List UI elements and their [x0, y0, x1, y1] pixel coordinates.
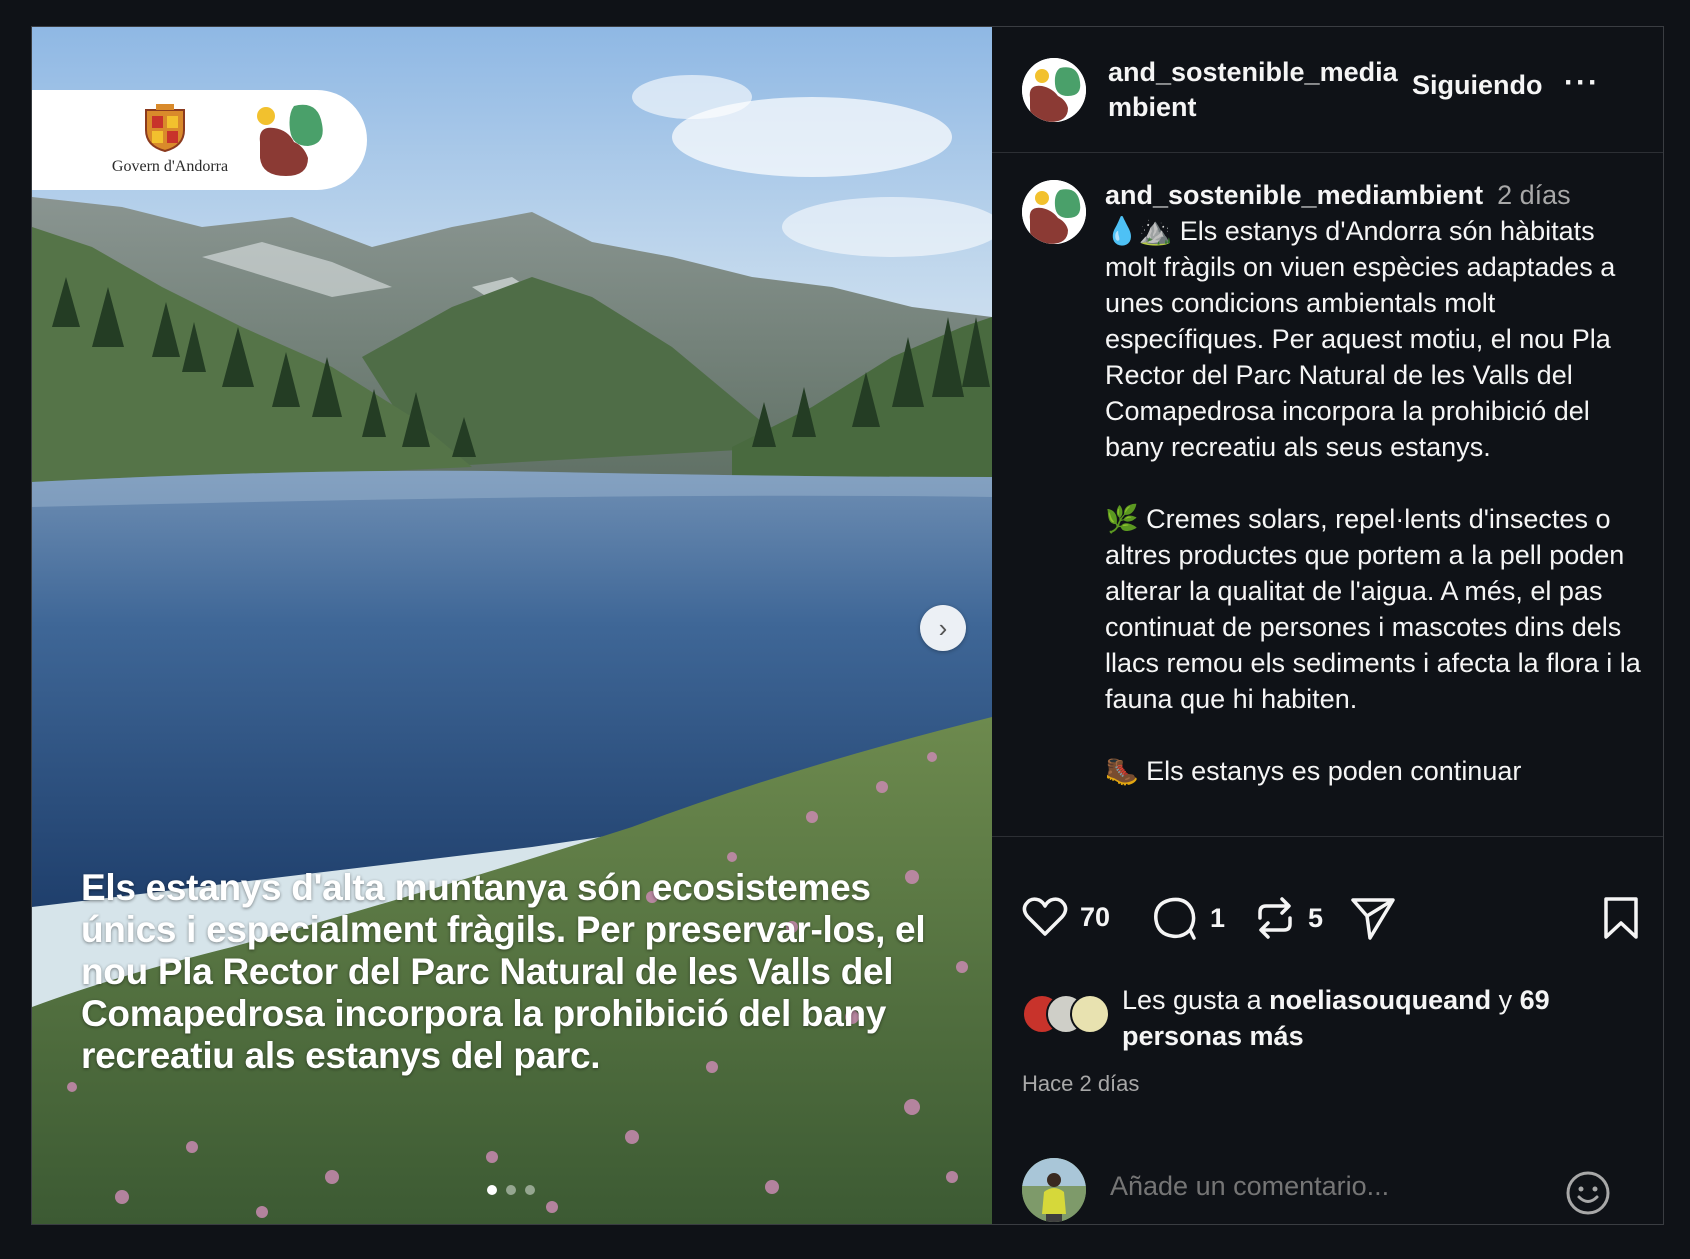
caption-scroll-area[interactable]: and_sostenible_mediambient 2 días 💧⛰️ Els… [992, 153, 1663, 837]
sustainability-logo-icon [257, 104, 323, 176]
like-count: 70 [1080, 901, 1111, 932]
caption-paragraph: 🥾 Els estanys es poden continuar [1105, 756, 1522, 786]
liker-avatars[interactable] [1022, 994, 1122, 1034]
bookmark-icon [1604, 897, 1638, 939]
carousel-dot [525, 1185, 535, 1195]
author-username[interactable]: and_sostenible_media mbient [1108, 55, 1408, 125]
avatar [1022, 1158, 1086, 1222]
carousel-dot [487, 1185, 497, 1195]
emoji-button[interactable] [1565, 1170, 1611, 1221]
repost-count: 5 [1308, 902, 1324, 933]
post-media[interactable]: Govern d'Andorra Els estanys d'alta munt… [32, 27, 992, 1224]
avatar [1070, 994, 1110, 1034]
repost-icon [1258, 897, 1292, 939]
action-bar: 70 1 5 [1022, 896, 1642, 946]
comment-button[interactable]: 1 [1152, 896, 1225, 940]
post-header: and_sostenible_media mbient Siguiendo ··… [992, 27, 1663, 153]
caption-author-avatar[interactable] [1022, 180, 1086, 244]
chevron-right-icon: › [938, 612, 948, 643]
sustainability-logo-icon [1022, 180, 1086, 244]
caption-paragraph: 🌿 Cremes solars, repel·lents d'insectes … [1105, 504, 1641, 714]
repost-button[interactable]: 5 [1254, 896, 1323, 940]
like-button[interactable]: 70 [1022, 896, 1110, 938]
caption-text: and_sostenible_mediambient 2 días 💧⛰️ Els… [1105, 177, 1645, 825]
caption-paragraph: 💧⛰️ Els estanys d'Andorra són hàbitats m… [1105, 216, 1616, 462]
carousel-dot [506, 1185, 516, 1195]
carousel-indicators [487, 1185, 535, 1195]
likes-text[interactable]: Les gusta a noeliasouqueand y 69 persona… [1122, 982, 1642, 1054]
comment-count: 1 [1210, 902, 1226, 933]
caption-username[interactable]: and_sostenible_mediambient [1105, 180, 1483, 210]
more-options-button[interactable]: ··· [1564, 66, 1600, 100]
andorra-crest-icon [145, 104, 185, 152]
current-user-avatar [1022, 1158, 1086, 1222]
post-timestamp[interactable]: Hace 2 días [1022, 1071, 1139, 1097]
author-avatar[interactable] [1022, 58, 1086, 122]
slide-overlay-text: Els estanys d'alta muntanya són ecosiste… [81, 867, 926, 1076]
caption-time[interactable]: 2 días [1497, 180, 1571, 210]
liker-username[interactable]: noeliasouqueand [1269, 985, 1491, 1015]
share-button[interactable] [1350, 896, 1396, 940]
heart-icon [1022, 897, 1068, 936]
share-icon [1351, 898, 1395, 940]
government-name: Govern d'Andorra [111, 158, 229, 175]
brand-card: Govern d'Andorra [32, 90, 367, 190]
comment-icon [1154, 897, 1196, 940]
following-button[interactable]: Siguiendo [1412, 70, 1543, 101]
comment-input[interactable] [1108, 1170, 1532, 1203]
carousel-next-button[interactable]: › [920, 605, 966, 651]
smiley-icon [1566, 1171, 1610, 1215]
post-modal: Govern d'Andorra Els estanys d'alta munt… [31, 26, 1664, 1225]
post-side-panel: and_sostenible_media mbient Siguiendo ··… [992, 27, 1663, 1224]
sustainability-logo-icon [1022, 58, 1086, 122]
save-button[interactable] [1602, 896, 1640, 940]
comment-composer [992, 1124, 1663, 1224]
